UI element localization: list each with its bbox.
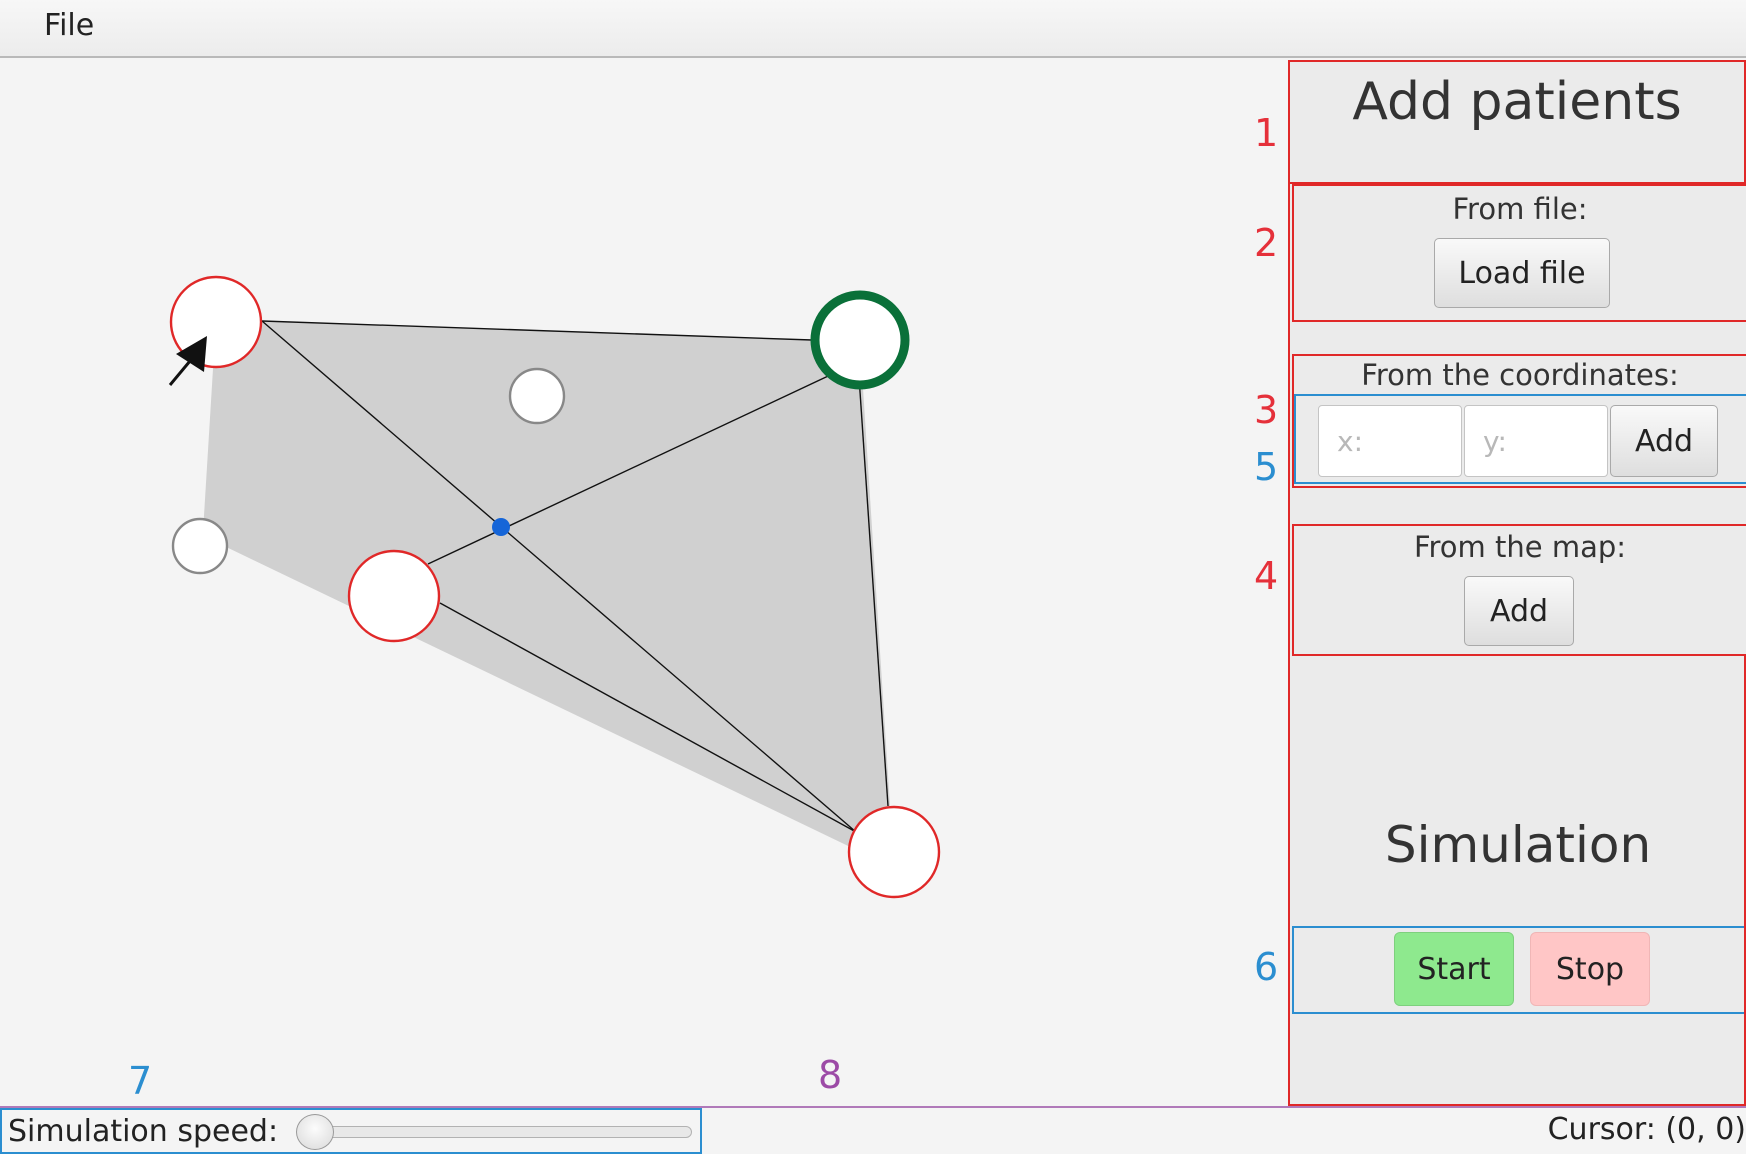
map-svg [168, 275, 941, 899]
from-coordinates-label: From the coordinates: [1361, 358, 1679, 392]
patient-node[interactable] [347, 549, 441, 643]
speed-label: Simulation speed: [8, 1114, 279, 1149]
annotation-4: 4 [1254, 554, 1279, 598]
file-menu[interactable]: File [28, 4, 110, 48]
from-map-label: From the map: [1413, 530, 1627, 564]
annotation-6: 6 [1254, 945, 1279, 989]
cursor-position-readout: Cursor: (0, 0) [1547, 1112, 1746, 1147]
x-coordinate-field[interactable] [1318, 405, 1462, 477]
hospital-node[interactable] [810, 290, 910, 390]
load-file-button[interactable]: Load file [1434, 238, 1610, 308]
from-file-section: From file: Load file [1292, 184, 1746, 322]
vertex-node[interactable] [508, 367, 566, 425]
from-map-section: From the map: Add [1292, 524, 1746, 656]
simulation-section-outline [1290, 656, 1746, 1106]
center-dot [492, 518, 510, 536]
speed-slider-track[interactable] [298, 1126, 692, 1138]
coordinates-input-row: Add [1294, 394, 1746, 484]
patient-node[interactable] [847, 805, 941, 899]
from-file-label: From file: [1452, 192, 1588, 226]
add-patients-title: Add patients [1352, 72, 1682, 132]
annotation-3: 3 [1254, 388, 1279, 432]
annotation-1: 1 [1254, 111, 1279, 155]
add-from-map-button[interactable]: Add [1464, 576, 1574, 646]
y-coordinate-field[interactable] [1464, 405, 1608, 477]
annotation-2: 2 [1254, 221, 1279, 265]
annotation-8: 8 [818, 1053, 843, 1097]
annotation-5: 5 [1254, 445, 1279, 489]
simulation-speed-control: Simulation speed: [0, 1108, 702, 1154]
map-canvas[interactable] [0, 60, 1288, 1106]
add-coordinates-button[interactable]: Add [1610, 405, 1718, 477]
annotation-7: 7 [128, 1059, 153, 1103]
vertex-node[interactable] [171, 517, 229, 575]
control-panel: Add patients From file: Load file From t… [1288, 60, 1746, 1106]
menu-bar: File [0, 0, 1746, 58]
add-patients-header-box: Add patients [1290, 60, 1746, 184]
speed-slider-thumb[interactable] [296, 1114, 334, 1150]
